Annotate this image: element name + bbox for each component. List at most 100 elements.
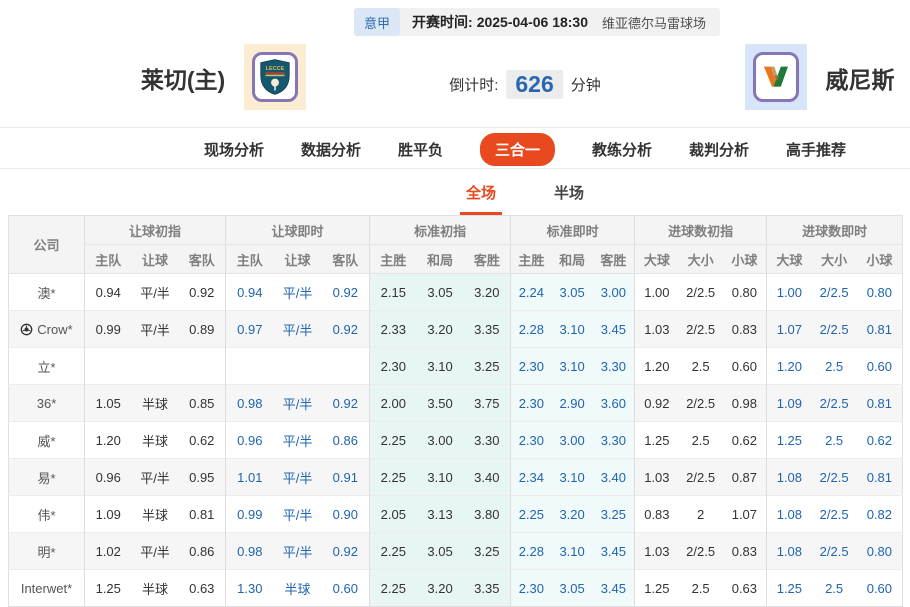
odds-cell: 0.62: [722, 421, 767, 459]
countdown: 倒计时: 626 分钟: [449, 70, 601, 99]
tab-half-match[interactable]: 半场: [548, 182, 590, 215]
odds-cell: 2.5: [678, 421, 723, 459]
odds-cell: 0.92: [321, 273, 370, 311]
odds-cell: 半球: [131, 384, 179, 422]
countdown-label: 倒计时:: [449, 77, 499, 94]
table-row: 36* 1.05 半球 0.85 0.98 平/半 0.92 2.00 3.50 3.75 2.30…: [8, 384, 903, 422]
company-name: 36*: [36, 395, 57, 411]
odds-cell: 3.05: [551, 569, 593, 607]
odds-cell: 2/2.5: [678, 458, 723, 496]
odds-cell: 2.25: [369, 421, 417, 459]
odds-cell: 0.98: [722, 384, 767, 422]
odds-cell: 3.45: [592, 569, 635, 607]
lecce-crest-icon: LECCE: [252, 52, 298, 102]
column-header: 让球: [273, 244, 322, 274]
odds-cell: 2.00: [369, 384, 417, 422]
odds-cell: 0.99: [225, 495, 274, 533]
odds-cell: 0.83: [722, 310, 767, 348]
odds-cell: 0.89: [178, 310, 226, 348]
odds-cell: 2.5: [678, 347, 723, 385]
odds-cell: 0.98: [225, 532, 274, 570]
company-cell[interactable]: 明*: [8, 532, 85, 570]
tab-scene[interactable]: 现场分析: [204, 139, 264, 160]
venezia-crest-icon: [753, 52, 799, 102]
odds-cell: 3.13: [416, 495, 464, 533]
odds-cell: 3.30: [463, 421, 511, 459]
company-cell[interactable]: 澳*: [8, 273, 85, 311]
odds-cell: [273, 347, 322, 385]
table-row: Interwet* 1.25 半球 0.63 1.30 半球 0.60 2.25 3.20 3.3…: [8, 569, 903, 607]
odds-cell: 1.09: [766, 384, 812, 422]
tab-expert[interactable]: 高手推荐: [786, 139, 846, 160]
company-cell[interactable]: Crow*: [8, 310, 85, 348]
column-header: 大球: [766, 244, 812, 274]
odds-cell: 0.86: [321, 421, 370, 459]
odds-cell: 3.35: [463, 569, 511, 607]
league-badge[interactable]: 意甲: [354, 8, 401, 36]
odds-cell: 平/半: [273, 532, 322, 570]
odds-cell: 0.85: [178, 384, 226, 422]
odds-cell: 1.30: [225, 569, 274, 607]
tab-referee[interactable]: 裁判分析: [689, 139, 749, 160]
odds-cell: 1.03: [634, 532, 679, 570]
company-name: 立*: [37, 359, 56, 375]
odds-cell: 2/2.5: [811, 384, 857, 422]
tab-coach[interactable]: 教练分析: [592, 139, 652, 160]
odds-cell: 0.80: [856, 273, 903, 311]
odds-cell: 0.82: [856, 495, 903, 533]
odds-cell: 0.60: [856, 569, 903, 607]
company-name: 明*: [37, 544, 56, 560]
odds-cell: 3.45: [592, 532, 635, 570]
column-header: 和局: [551, 244, 593, 274]
venue-name: 维亚德尔马雷球场: [602, 15, 707, 31]
tab-full-match[interactable]: 全场: [459, 182, 502, 215]
odds-cell: 平/半: [131, 458, 179, 496]
odds-cell: 3.40: [463, 458, 511, 496]
odds-cell: 1.09: [84, 495, 132, 533]
odds-cell: [131, 347, 179, 385]
odds-cell: 2.5: [811, 347, 857, 385]
table-row: 澳* 0.94 平/半 0.92 0.94 平/半 0.92 2.15 3.05 3.20 2.24…: [8, 273, 903, 311]
odds-cell: 0.92: [321, 310, 370, 348]
column-header-company: 公司: [8, 215, 85, 274]
odds-cell: 2/2.5: [811, 310, 857, 348]
group-header-handicap-live: 让球即时: [225, 215, 370, 245]
company-name: Crow*: [37, 321, 73, 337]
tab-three-in-one[interactable]: 三合一: [479, 132, 556, 166]
odds-cell: 0.92: [321, 532, 370, 570]
company-cell[interactable]: 伟*: [8, 495, 85, 533]
odds-cell: 0.63: [722, 569, 767, 607]
odds-cell: 1.01: [225, 458, 274, 496]
odds-cell: 3.30: [592, 421, 635, 459]
company-name: 澳*: [37, 285, 56, 301]
odds-cell: 3.00: [592, 273, 635, 311]
kickoff-label: 开赛时间:: [412, 14, 473, 30]
column-header: 主胜: [369, 244, 417, 274]
odds-cell: 1.02: [84, 532, 132, 570]
odds-cell: 2/2.5: [811, 273, 857, 311]
odds-cell: 2.05: [369, 495, 417, 533]
odds-cell: 3.10: [551, 347, 593, 385]
odds-cell: 2.90: [551, 384, 593, 422]
company-cell[interactable]: 36*: [8, 384, 85, 422]
odds-cell: 1.25: [634, 421, 679, 459]
company-cell[interactable]: 易*: [8, 458, 85, 496]
odds-cell: 3.25: [592, 495, 635, 533]
odds-cell: 半球: [131, 495, 179, 533]
odds-cell: 0.81: [856, 310, 903, 348]
company-cell[interactable]: 立*: [8, 347, 85, 385]
group-header-goals-live: 进球数即时: [766, 215, 903, 245]
odds-cell: 3.40: [592, 458, 635, 496]
countdown-value: 626: [506, 70, 563, 99]
odds-cell: 3.05: [416, 532, 464, 570]
tab-data[interactable]: 数据分析: [301, 139, 361, 160]
odds-cell: 2.30: [510, 569, 552, 607]
odds-cell: 3.00: [551, 421, 593, 459]
odds-cell: 0.83: [722, 532, 767, 570]
odds-cell: 平/半: [273, 310, 322, 348]
tab-wdl[interactable]: 胜平负: [398, 139, 443, 160]
odds-cell: 1.08: [766, 495, 812, 533]
company-name: 易*: [37, 470, 56, 486]
company-cell[interactable]: 威*: [8, 421, 85, 459]
company-cell[interactable]: Interwet*: [8, 569, 85, 607]
